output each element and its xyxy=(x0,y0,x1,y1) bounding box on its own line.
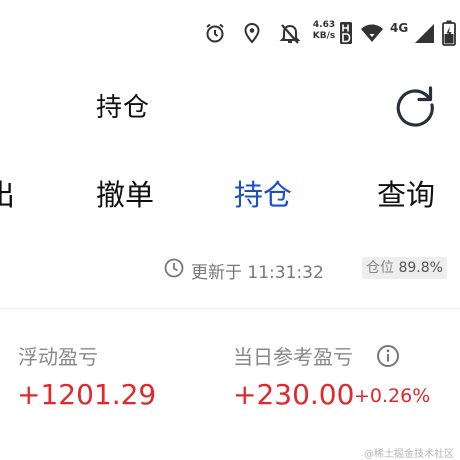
tab-cancel-order[interactable]: 撤单 xyxy=(96,172,154,214)
signal-icon xyxy=(412,20,436,46)
info-icon[interactable] xyxy=(376,344,400,372)
floating-pnl-value: +1201.29 xyxy=(17,378,157,411)
location-icon xyxy=(242,20,262,46)
tab-positions[interactable]: 持仓 xyxy=(234,172,292,214)
floating-pnl-label: 浮动盈亏 xyxy=(18,345,98,369)
status-bar: 4.63 KB/s 4G xyxy=(0,0,460,62)
wifi-icon xyxy=(360,20,384,46)
tab-query[interactable]: 查询 xyxy=(377,172,435,214)
refresh-icon xyxy=(396,86,434,127)
clock-icon xyxy=(164,258,184,282)
page-title: 持仓 xyxy=(96,93,151,123)
network-speed-value: 4.63 xyxy=(312,20,336,30)
screen: 4.63 KB/s 4G 持仓 出 撤单 持仓 查询 更新于 11:31:32 … xyxy=(0,0,460,460)
position-ratio-badge: 仓位 89.8% xyxy=(362,257,447,279)
watermark: @稀土掘金技术社区 xyxy=(364,449,454,460)
update-time: 更新于 11:31:32 xyxy=(191,263,324,283)
alarm-icon xyxy=(203,20,227,46)
daily-pnl-percent: +0.26% xyxy=(354,385,431,407)
daily-pnl-label: 当日参考盈亏 xyxy=(233,345,353,369)
tab-sell[interactable]: 出 xyxy=(0,172,15,214)
update-row: 更新于 11:31:32 仓位 89.8% xyxy=(0,255,460,285)
notifications-off-icon xyxy=(279,20,301,46)
divider xyxy=(0,308,460,309)
refresh-button[interactable] xyxy=(392,82,438,128)
position-ratio-label: 仓位 xyxy=(366,260,394,276)
daily-pnl-value: +230.00 xyxy=(233,378,355,411)
trade-tabs: 出 撤单 持仓 查询 xyxy=(0,152,460,232)
network-type: 4G xyxy=(390,21,409,35)
position-ratio-value: 89.8% xyxy=(398,260,443,276)
app-header: 持仓 xyxy=(0,62,460,152)
hd-icon xyxy=(339,20,353,46)
network-speed-unit: KB/s xyxy=(312,31,336,41)
battery-charging-icon xyxy=(442,20,456,46)
network-speed: 4.63 KB/s xyxy=(311,20,337,42)
